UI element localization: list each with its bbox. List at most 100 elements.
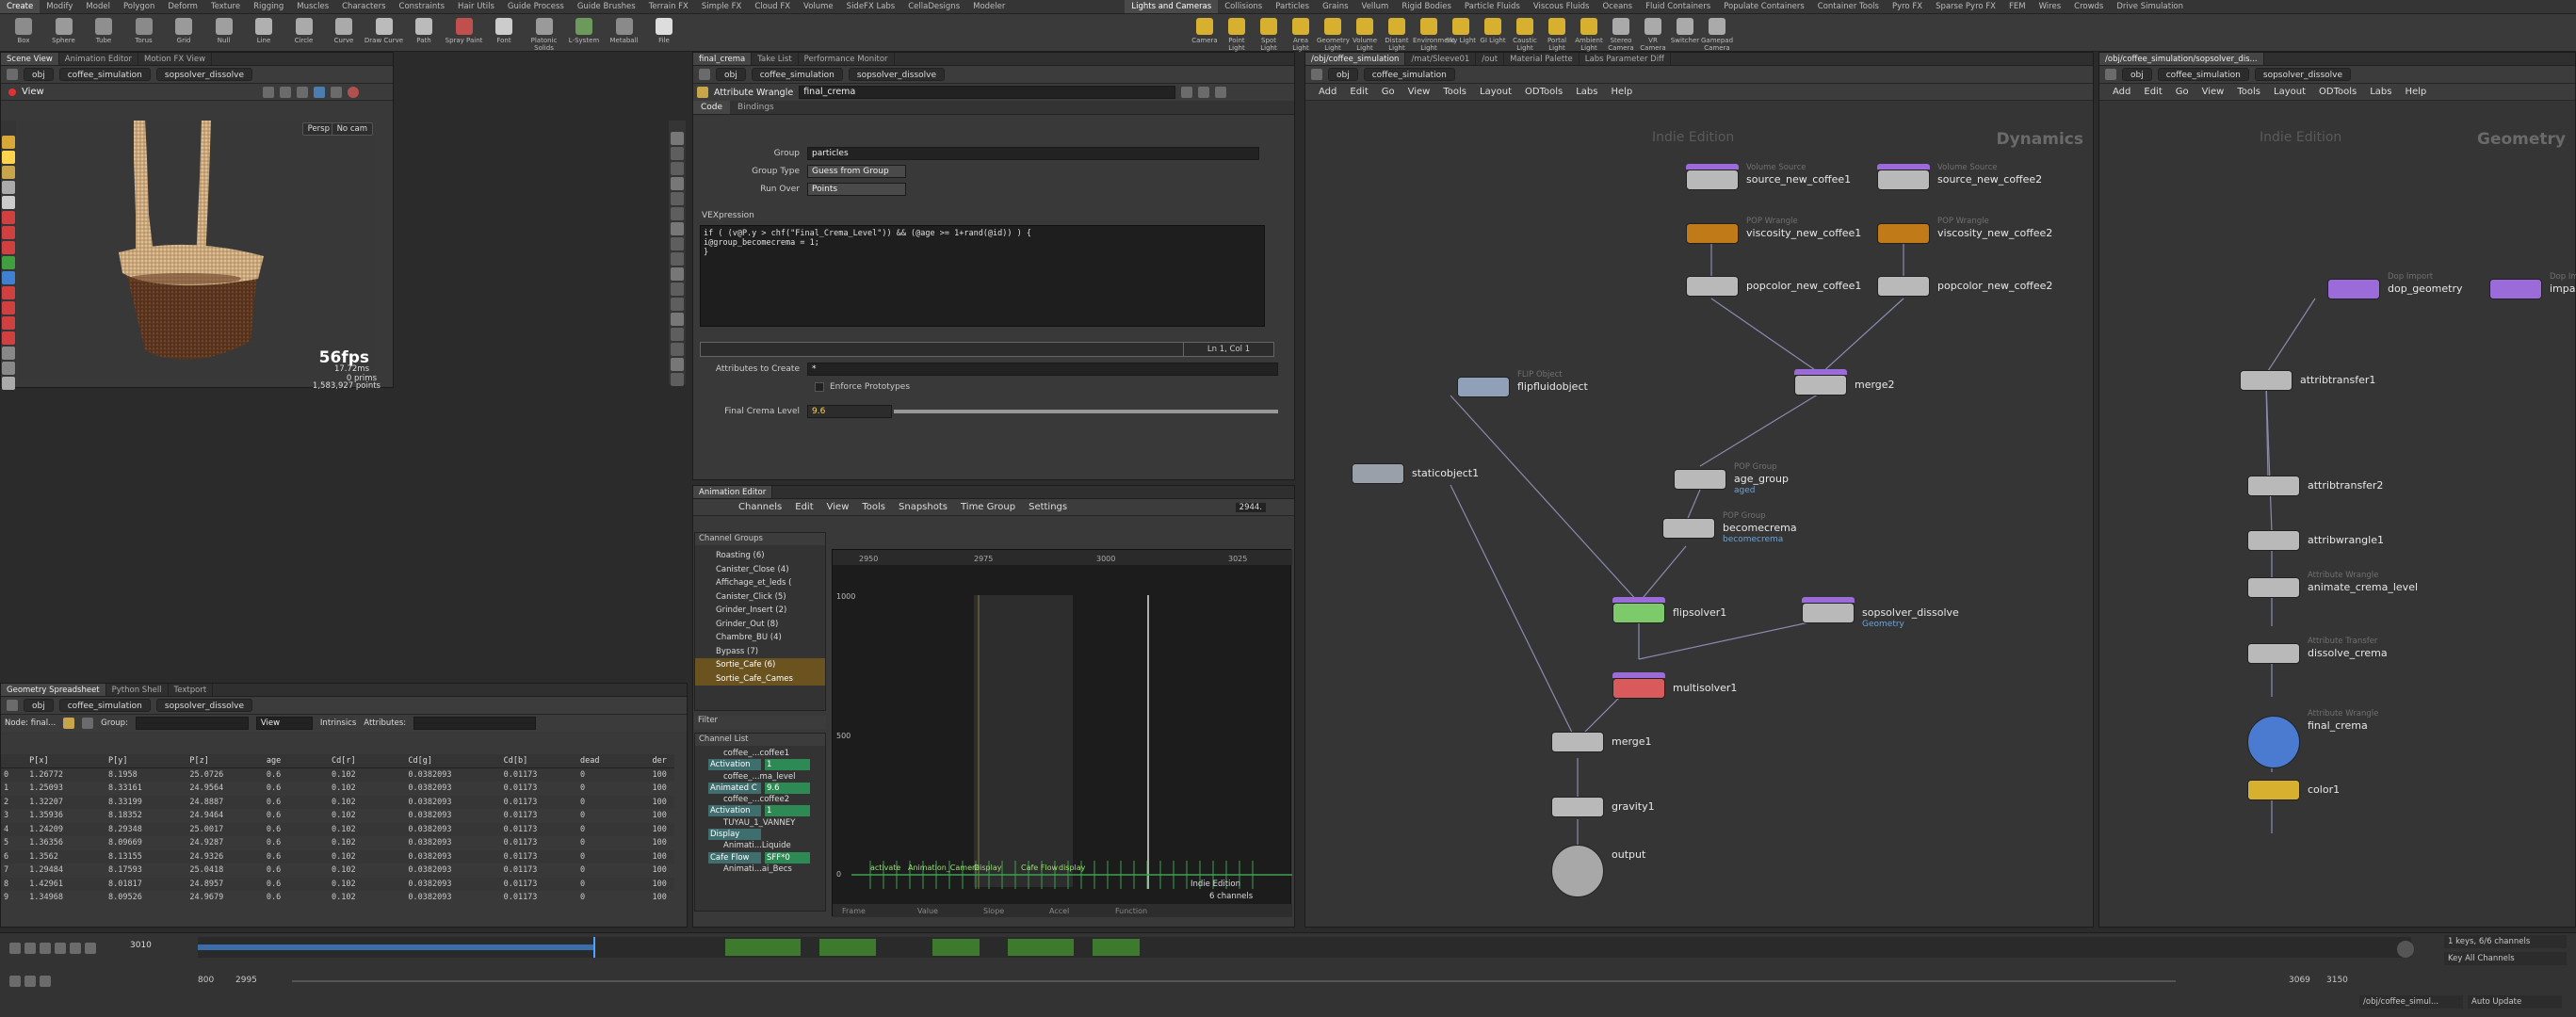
tab-performance-monitor[interactable]: Performance Monitor [799, 53, 895, 65]
shelf-tab-particles[interactable]: Particles [1269, 0, 1316, 13]
view-dropdown[interactable]: View [255, 717, 313, 730]
node-body[interactable] [1686, 276, 1739, 297]
tool-tube[interactable]: Tube [84, 16, 123, 44]
key-icon[interactable] [2397, 941, 2414, 958]
column-header[interactable]: Cd[b] [500, 754, 578, 768]
path-coffee-simulation[interactable]: coffee_simulation [58, 699, 151, 712]
shelf-tab-texture[interactable]: Texture [204, 0, 247, 13]
shelf-tab-viscous-fluids[interactable]: Viscous Fluids [1527, 0, 1596, 13]
tab-scene-view[interactable]: Scene View [1, 53, 59, 65]
viewport-tool-9-icon[interactable] [2, 271, 15, 284]
path-obj[interactable]: obj [716, 68, 746, 81]
column-header[interactable]: Cd[r] [328, 754, 406, 768]
menu-settings[interactable]: Settings [1029, 502, 1067, 512]
shelf-tab-grains[interactable]: Grains [1316, 0, 1354, 13]
final-crema-field[interactable]: 9.6 [807, 405, 892, 418]
display-option-6-icon[interactable] [671, 222, 684, 235]
tool-line[interactable]: Line [244, 16, 284, 44]
visible-range-end[interactable]: 3150 [2326, 976, 2348, 985]
tool-vr-camera[interactable]: VR Camera [1637, 16, 1669, 52]
shelf-tab-fluid-containers[interactable]: Fluid Containers [1639, 0, 1717, 13]
menu-view[interactable]: View [827, 502, 850, 512]
tool-curve[interactable]: Curve [324, 16, 364, 44]
column-header[interactable]: P[y] [105, 754, 187, 768]
shelf-tab-simple-fx[interactable]: Simple FX [695, 0, 748, 13]
points-mode-icon[interactable] [63, 718, 75, 729]
shelf-tab-volume[interactable]: Volume [797, 0, 840, 13]
current-frame[interactable]: 3010 [130, 941, 152, 950]
shelf-tab-muscles[interactable]: Muscles [290, 0, 335, 13]
display-option-12-icon[interactable] [671, 313, 684, 326]
channel-param-item[interactable]: Activation 1 [695, 759, 825, 771]
tool-gi-light[interactable]: GI Light [1477, 16, 1509, 44]
path-sopsolver[interactable]: sopsolver_dissolve [155, 68, 253, 81]
display-option-13-icon[interactable] [671, 328, 684, 341]
node-body[interactable] [2247, 476, 2300, 496]
record-icon[interactable] [8, 88, 16, 96]
channel-node-item[interactable]: coffee_...ma_level [695, 771, 825, 783]
tool-camera[interactable]: Camera [1189, 16, 1221, 44]
display-icon[interactable] [313, 86, 325, 98]
shelf-tab-sparse-pyro-fx[interactable]: Sparse Pyro FX [1929, 0, 2002, 13]
tool-distant-light[interactable]: Distant Light [1381, 16, 1413, 52]
shelf-tab-characters[interactable]: Characters [335, 0, 392, 13]
transform-mode-icon[interactable] [279, 86, 291, 98]
column-header[interactable]: dead [577, 754, 650, 768]
step-back-icon[interactable] [24, 943, 36, 954]
anim-graph[interactable]: 2950 2975 3000 3025 1000 500 0 activate Animatio… [832, 549, 1292, 917]
display-option-14-icon[interactable] [671, 343, 684, 356]
shelf-tab-particle-fluids[interactable]: Particle Fluids [1458, 0, 1527, 13]
node-body[interactable] [1674, 469, 1726, 490]
shelf-tab-lights-and-cameras[interactable]: Lights and Cameras [1125, 0, 1219, 13]
channel-param-item[interactable]: Cafe Flow SFF*0 [695, 851, 825, 864]
shelf-tab-cloud-fx[interactable]: Cloud FX [748, 0, 797, 13]
table-row[interactable]: 5 1.36356 8.09669 24.9287 0.6 0.102 0.0382093 0… [1, 836, 674, 850]
tool-caustic-light[interactable]: Caustic Light [1509, 16, 1541, 52]
channel-value[interactable]: 1 [765, 759, 810, 771]
display-option-0-icon[interactable] [671, 132, 684, 145]
viewport-tool-5-icon[interactable] [2, 211, 15, 224]
channel-group-item[interactable]: Chambre_BU (4) [695, 631, 825, 645]
shelf-tab-create[interactable]: Create [0, 0, 41, 13]
tab-bindings[interactable]: Bindings [730, 101, 782, 114]
viewport-tool-10-icon[interactable] [2, 286, 15, 299]
table-row[interactable]: 1 1.25093 8.33161 24.9564 0.6 0.102 0.0382093 0… [1, 782, 674, 796]
tab-textport[interactable]: Textport [169, 684, 214, 696]
back-arrow-icon[interactable] [699, 69, 710, 80]
channel-group-item[interactable]: Roasting (6) [695, 549, 825, 563]
shelf-tab-constraints[interactable]: Constraints [393, 0, 452, 13]
intrinsics-label[interactable]: Intrinsics [320, 718, 356, 728]
timeline-track[interactable] [198, 937, 2411, 958]
node-name-field[interactable]: final_crema [799, 86, 1176, 99]
tool-box[interactable]: Box [4, 16, 43, 44]
tool-torus[interactable]: Torus [124, 16, 164, 44]
shelf-tab-wires[interactable]: Wires [2033, 0, 2068, 13]
tab-final-crema[interactable]: final_crema [693, 53, 753, 65]
tool-ambient-light[interactable]: Ambient Light [1573, 16, 1605, 52]
channel-node-item[interactable]: Animati...ai_Becs [695, 864, 825, 875]
tool-l-system[interactable]: L-System [564, 16, 604, 44]
group-field[interactable] [135, 717, 249, 730]
channel-param-item[interactable]: Animated C 9.6 [695, 782, 825, 794]
shelf-tab-pyro-fx[interactable]: Pyro FX [1886, 0, 1929, 13]
range-slider[interactable] [292, 980, 2176, 982]
path-coffee-simulation[interactable]: coffee_simulation [751, 68, 843, 81]
menu-time-group[interactable]: Time Group [961, 502, 1015, 512]
node-body[interactable] [2489, 279, 2542, 299]
channel-group-item[interactable]: Sortie_Cafe (6) [695, 658, 825, 672]
range-start[interactable]: 800 [198, 976, 214, 985]
node-body[interactable] [2247, 780, 2300, 800]
shelf-tab-rigging[interactable]: Rigging [247, 0, 290, 13]
tool-switcher[interactable]: Switcher [1669, 16, 1701, 44]
menu-snapshots[interactable]: Snapshots [899, 502, 948, 512]
shelf-tab-hair-utils[interactable]: Hair Utils [451, 0, 501, 13]
key-all-channels-button[interactable]: Key All Channels [2444, 952, 2567, 965]
enforce-checkbox[interactable] [815, 382, 824, 392]
range-end[interactable]: 2995 [235, 976, 257, 985]
snap-icon[interactable] [296, 86, 308, 98]
group-type-dropdown[interactable]: Guess from Group [807, 165, 906, 178]
tab-motion-fx[interactable]: Motion FX View [138, 53, 213, 65]
node-body[interactable] [1352, 463, 1404, 484]
footer-field[interactable]: Function [1115, 907, 1147, 915]
node-body[interactable] [1551, 797, 1604, 817]
